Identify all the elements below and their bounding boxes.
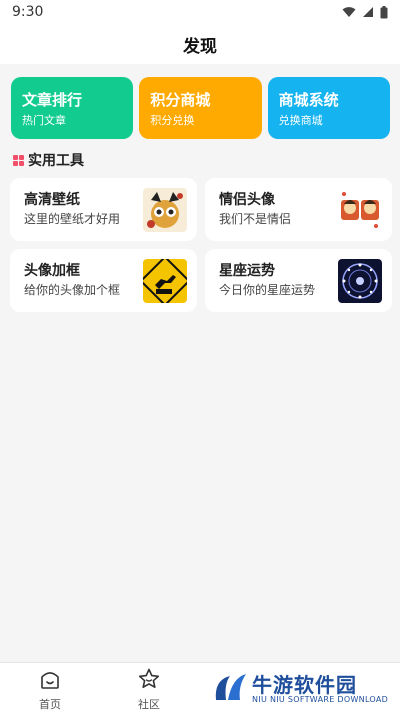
grid-icon xyxy=(13,154,24,166)
home-icon xyxy=(41,672,59,689)
nav-label: 社区 xyxy=(138,698,160,711)
card-subtitle: 热门文章 xyxy=(22,114,66,127)
tool-grid: 高清壁纸 这里的壁纸才好用 情侣头像 我们不是情侣 头像加框 给你的头像加个框 … xyxy=(10,178,392,312)
card-article-ranking[interactable]: 文章排行 热门文章 xyxy=(11,77,134,139)
section-title-label: 实用工具 xyxy=(28,153,84,169)
watermark-subtitle: NIU NIU SOFTWARE DOWNLOAD xyxy=(252,695,389,704)
wallpaper-thumbnail xyxy=(143,188,187,232)
card-mall-system[interactable]: 商城系统 兑换商城 xyxy=(267,77,390,139)
tool-card-horoscope[interactable]: 星座运势 今日你的星座运势 xyxy=(205,249,392,312)
nav-item-community[interactable]: 社区 xyxy=(129,667,169,712)
section-title: 实用工具 xyxy=(13,151,84,169)
star-icon xyxy=(138,668,160,688)
feature-cards: 文章排行 热门文章 积分商城 积分兑换 商城系统 兑换商城 xyxy=(11,77,390,139)
nav-item-home[interactable]: 首页 xyxy=(30,667,70,712)
tool-card-couple-avatar[interactable]: 情侣头像 我们不是情侣 xyxy=(205,178,392,241)
couple-avatar-thumbnail xyxy=(338,188,382,232)
tool-card-avatar-frame[interactable]: 头像加框 给你的头像加个框 xyxy=(10,249,197,312)
watermark-title: 牛游软件园 xyxy=(252,673,357,697)
watermark-logo: 牛游软件园 NIU NIU SOFTWARE DOWNLOAD xyxy=(212,668,390,708)
header: 发现 xyxy=(0,24,400,64)
card-title: 文章排行 xyxy=(22,91,83,109)
nav-label: 首页 xyxy=(39,698,61,711)
card-points-mall[interactable]: 积分商城 积分兑换 xyxy=(139,77,262,139)
status-time: 9:30 xyxy=(12,4,44,20)
signal-icon xyxy=(363,7,373,17)
watermark-emblem-icon xyxy=(215,674,246,700)
horoscope-thumbnail xyxy=(338,259,382,303)
card-title: 积分商城 xyxy=(150,91,211,109)
card-subtitle: 兑换商城 xyxy=(278,114,323,127)
wifi-icon xyxy=(342,7,356,17)
status-bar: 9:30 xyxy=(0,0,400,24)
card-subtitle: 积分兑换 xyxy=(150,114,195,127)
card-title: 商城系统 xyxy=(278,91,339,109)
bottom-nav: 首页 社区 牛游软件园 NIU NIU SOFTWARE DOWNLOAD xyxy=(0,662,400,712)
battery-icon xyxy=(380,5,388,18)
avatar-frame-thumbnail xyxy=(143,259,187,303)
page-title: 发现 xyxy=(183,36,217,57)
status-icons xyxy=(342,5,388,19)
tool-card-wallpaper[interactable]: 高清壁纸 这里的壁纸才好用 xyxy=(10,178,197,241)
